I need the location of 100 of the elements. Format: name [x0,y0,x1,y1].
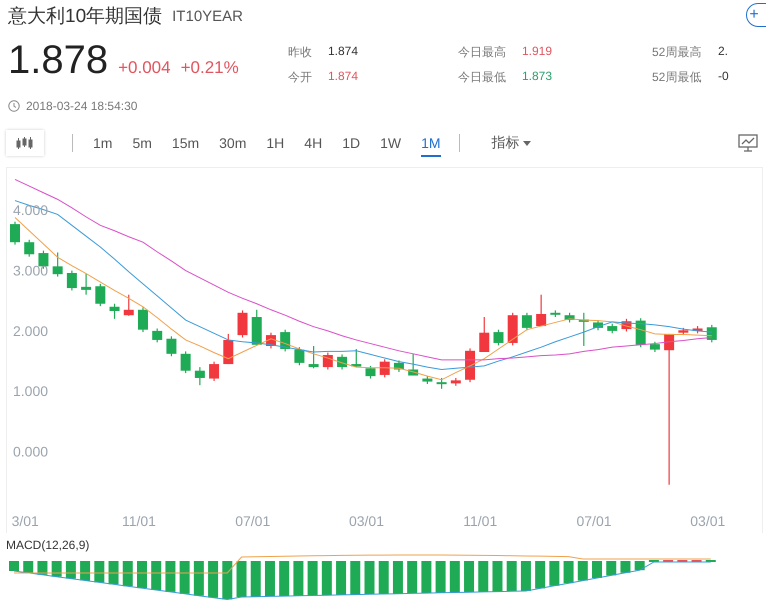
candlestick [493,330,504,346]
stat-label: 今日最低 [458,69,507,86]
candlestick [52,252,63,277]
macd-bar [236,561,247,597]
period-tab[interactable]: 1M [421,130,441,156]
y-axis-label: 4.000 [13,202,48,218]
stat-label: 今日最高 [458,44,507,61]
macd-bar [450,561,460,592]
macd-label: MACD(12,26,9) [5,537,90,553]
stat-value: 1.873 [522,69,554,85]
candlestick [10,222,20,245]
period-tab[interactable]: 1D [342,130,360,156]
period-tab[interactable]: 4H [304,130,322,156]
candlestick [308,346,319,368]
y-axis-label: 1.000 [13,383,48,400]
candlestick [366,366,376,379]
candlestick [636,318,646,348]
stat-value: 2. [718,44,730,60]
macd-bar [250,561,261,597]
candlestick [380,359,390,378]
candlestick [223,334,234,364]
candlestick [479,317,490,352]
macd-bar [492,561,502,592]
period-tab[interactable]: 1W [380,130,402,156]
period-tab[interactable]: 15m [172,130,200,156]
macd-bar [264,561,275,596]
candlestick [266,332,276,348]
period-tab[interactable]: 1H [266,130,284,156]
percent-change: +0.21% [180,58,239,78]
candlestick [578,312,589,346]
macd-bar [592,561,602,578]
macd-bar [392,561,403,594]
macd-bar [378,561,389,594]
candlestick [337,354,348,370]
x-axis-label: 3/01 [12,513,39,529]
candlestick [621,318,632,332]
macd-bar [549,561,560,586]
macd-bar [194,561,204,596]
x-axis-label: 03/01 [348,513,384,529]
candlestick [422,376,432,384]
timestamp: 2018-03-24 18:54:30 [26,99,138,113]
stat-label: 今开 [288,69,313,86]
macd-bar [122,561,133,586]
macd-bar [606,561,616,576]
x-axis-label: 07/01 [576,513,612,529]
candlestick [238,310,248,338]
add-button[interactable]: + [746,3,766,27]
candlestick [252,310,262,345]
x-axis-label: 07/01 [235,513,270,529]
instrument-symbol: IT10YEAR [172,8,244,24]
macd-bar [293,561,304,596]
candlestick [692,326,703,334]
x-axis-label: 11/01 [122,513,156,529]
period-tab[interactable]: 30m [219,130,246,156]
stat-label: 52周最低 [652,69,702,86]
candlestick [66,270,77,290]
indicator-dropdown[interactable]: 指标 [486,133,537,153]
x-axis-label: 03/01 [690,513,726,529]
stat-label: 昨收 [288,44,313,61]
candlestick [166,336,176,356]
candlestick [508,312,518,346]
candlestick [351,349,362,368]
candlestick [650,342,660,352]
macd-bar [80,561,90,580]
price-change: +0.004 [118,58,171,78]
period-tab[interactable]: 5m [132,130,152,156]
macd-bar [407,561,418,594]
candlestick [322,352,333,370]
macd-bar [52,561,62,577]
macd-bar [421,561,432,594]
candlestick [465,348,476,382]
candlestick [593,320,604,330]
candlestick [124,294,134,316]
candlestick [564,312,575,322]
macd-bar [364,561,374,594]
macd-bar [108,561,119,584]
candlestick [209,362,220,381]
candlestick [95,284,106,306]
macd-bar [222,561,232,600]
period-tab[interactable]: 1m [93,130,112,156]
stat-value: 1.919 [522,44,554,60]
macd-bar [136,561,147,588]
candlestick [522,312,532,330]
chart-type-button[interactable] [6,130,44,156]
y-axis-label: 0.000 [13,444,48,460]
candlestick [678,328,688,336]
macd-bar [180,561,190,594]
macd-bar [350,561,360,595]
candlestick [194,367,205,386]
macd-bar [634,561,645,570]
last-price: 1.878 [8,38,108,83]
macd-bar [578,561,588,581]
macd-bar [535,561,546,588]
chart-monitor-icon[interactable] [738,134,758,152]
stat-label: 52周最高 [652,44,702,61]
macd-bar [308,561,318,596]
macd-bar [165,561,176,592]
candlestick-icon [15,136,35,150]
macd-bar [478,561,488,592]
stat-value: -0 [718,69,730,85]
